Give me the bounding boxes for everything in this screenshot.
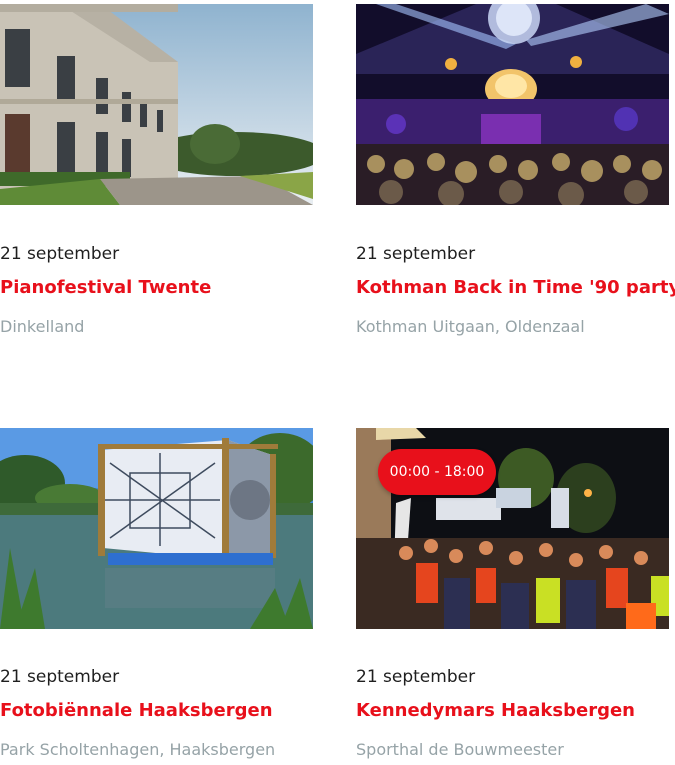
event-date: 21 september bbox=[356, 667, 476, 687]
event-date: 21 september bbox=[0, 244, 120, 264]
event-title[interactable]: Kothman Back in Time '90 party bbox=[356, 277, 675, 298]
event-card[interactable]: 21 september Kothman Back in Time '90 pa… bbox=[356, 4, 675, 344]
event-image-manor[interactable] bbox=[0, 4, 313, 205]
event-image-pond[interactable] bbox=[0, 428, 313, 629]
manor-house-photo bbox=[0, 4, 313, 205]
event-title[interactable]: Kennedymars Haaksbergen bbox=[356, 700, 635, 721]
event-date: 21 september bbox=[356, 244, 476, 264]
event-location: Park Scholtenhagen, Haaksbergen bbox=[0, 740, 276, 759]
event-image-march[interactable]: 00:00 - 18:00 bbox=[356, 428, 669, 629]
event-location: Kothman Uitgaan, Oldenzaal bbox=[356, 317, 585, 336]
event-card[interactable]: 21 september Fotobiënnale Haaksbergen Pa… bbox=[0, 428, 313, 765]
event-image-party[interactable] bbox=[356, 4, 669, 205]
party-hall-photo bbox=[356, 4, 669, 205]
pond-installation-photo bbox=[0, 428, 313, 629]
event-title[interactable]: Pianofestival Twente bbox=[0, 277, 211, 298]
time-badge: 00:00 - 18:00 bbox=[378, 449, 496, 495]
event-card[interactable]: 21 september Pianofestival Twente Dinkel… bbox=[0, 4, 313, 344]
event-location: Sporthal de Bouwmeester bbox=[356, 740, 564, 759]
event-card[interactable]: 00:00 - 18:00 21 september Kennedymars H… bbox=[356, 428, 669, 765]
event-date: 21 september bbox=[0, 667, 120, 687]
event-location: Dinkelland bbox=[0, 317, 85, 336]
event-title[interactable]: Fotobiënnale Haaksbergen bbox=[0, 700, 273, 721]
